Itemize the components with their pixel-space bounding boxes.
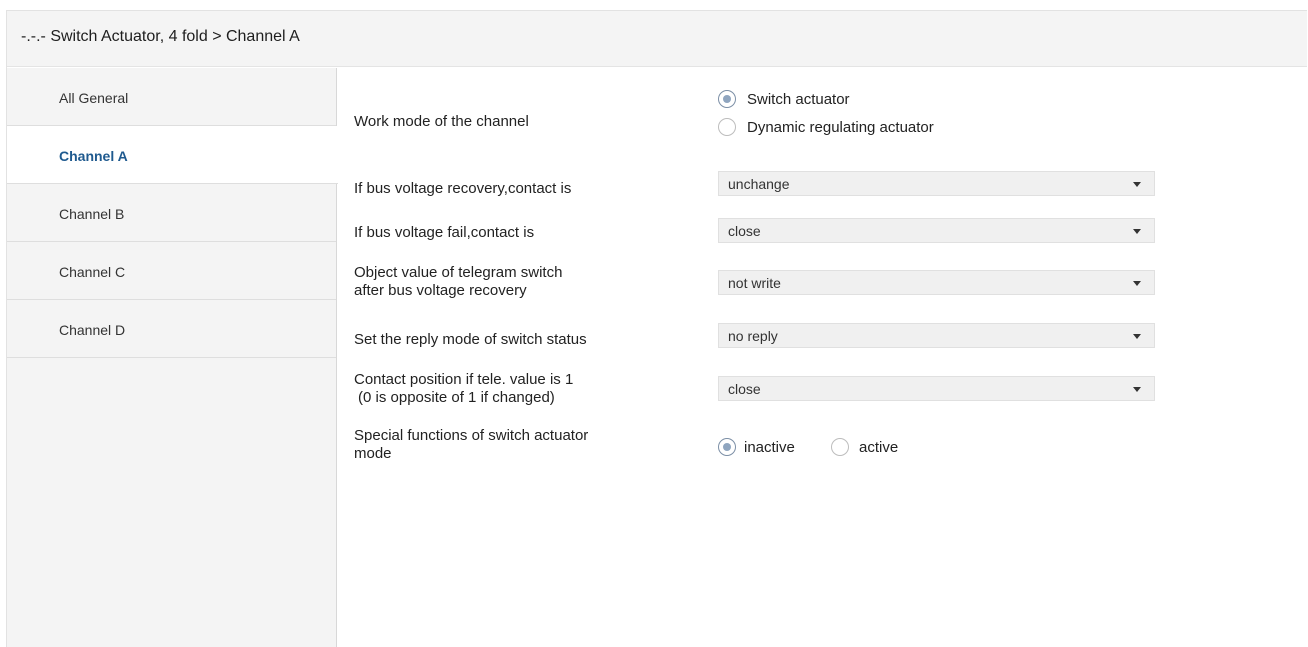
- sidebar-item-label: Channel A: [59, 148, 128, 164]
- title-bar: -.-.- Switch Actuator, 4 fold > Channel …: [7, 11, 1307, 67]
- sidebar-item-channel-b[interactable]: Channel B: [7, 184, 336, 242]
- sidebar-item-label: All General: [59, 90, 129, 106]
- special-functions-option-active[interactable]: active: [831, 438, 898, 456]
- sidebar-item-all-general[interactable]: All General: [7, 68, 336, 126]
- reply-mode-select[interactable]: no reply: [718, 323, 1155, 348]
- chevron-down-icon: [1133, 229, 1141, 234]
- sidebar-item-channel-c[interactable]: Channel C: [7, 242, 336, 300]
- special-functions-option-inactive[interactable]: inactive: [718, 438, 795, 456]
- work-mode-label: Work mode of the channel: [354, 113, 529, 130]
- window-title: -.-.- Switch Actuator, 4 fold > Channel …: [21, 28, 300, 45]
- telegram-switch-select[interactable]: not write: [718, 270, 1155, 295]
- parameter-window: -.-.- Switch Actuator, 4 fold > Channel …: [6, 10, 1307, 647]
- sidebar-item-label: Channel D: [59, 322, 126, 338]
- contact-position-label-line1: Contact position if tele. value is 1: [354, 371, 574, 388]
- sidebar: All General Channel A Channel B Channel …: [7, 68, 338, 647]
- bus-recovery-label: If bus voltage recovery,contact is: [354, 180, 572, 197]
- sidebar-item-label: Channel B: [59, 206, 125, 222]
- bus-fail-select[interactable]: close: [718, 218, 1155, 243]
- reply-mode-label: Set the reply mode of switch status: [354, 331, 587, 348]
- contact-position-label-line2: (0 is opposite of 1 if changed): [358, 389, 555, 406]
- telegram-switch-label-line2: after bus voltage recovery: [354, 282, 527, 299]
- radio-checked-icon: [718, 90, 736, 108]
- telegram-switch-label-line1: Object value of telegram switch: [354, 264, 563, 281]
- special-functions-label-line1: Special functions of switch actuator: [354, 427, 589, 444]
- radio-unchecked-icon: [718, 118, 736, 136]
- chevron-down-icon: [1133, 182, 1141, 187]
- contact-position-select[interactable]: close: [718, 376, 1155, 401]
- work-mode-option-switch[interactable]: Switch actuator: [718, 90, 850, 108]
- radio-unchecked-icon: [831, 438, 849, 456]
- chevron-down-icon: [1133, 281, 1141, 286]
- bus-fail-label: If bus voltage fail,contact is: [354, 224, 535, 241]
- chevron-down-icon: [1133, 334, 1141, 339]
- work-mode-option-dynamic[interactable]: Dynamic regulating actuator: [718, 118, 934, 136]
- special-functions-label-line2: mode: [354, 445, 392, 462]
- parameter-panel: Work mode of the channel Switch actuator…: [338, 68, 1307, 647]
- radio-checked-icon: [718, 438, 736, 456]
- sidebar-item-channel-a[interactable]: Channel A: [7, 126, 338, 184]
- sidebar-item-channel-d[interactable]: Channel D: [7, 300, 336, 358]
- bus-recovery-select[interactable]: unchange: [718, 171, 1155, 196]
- sidebar-item-label: Channel C: [59, 264, 126, 280]
- chevron-down-icon: [1133, 387, 1141, 392]
